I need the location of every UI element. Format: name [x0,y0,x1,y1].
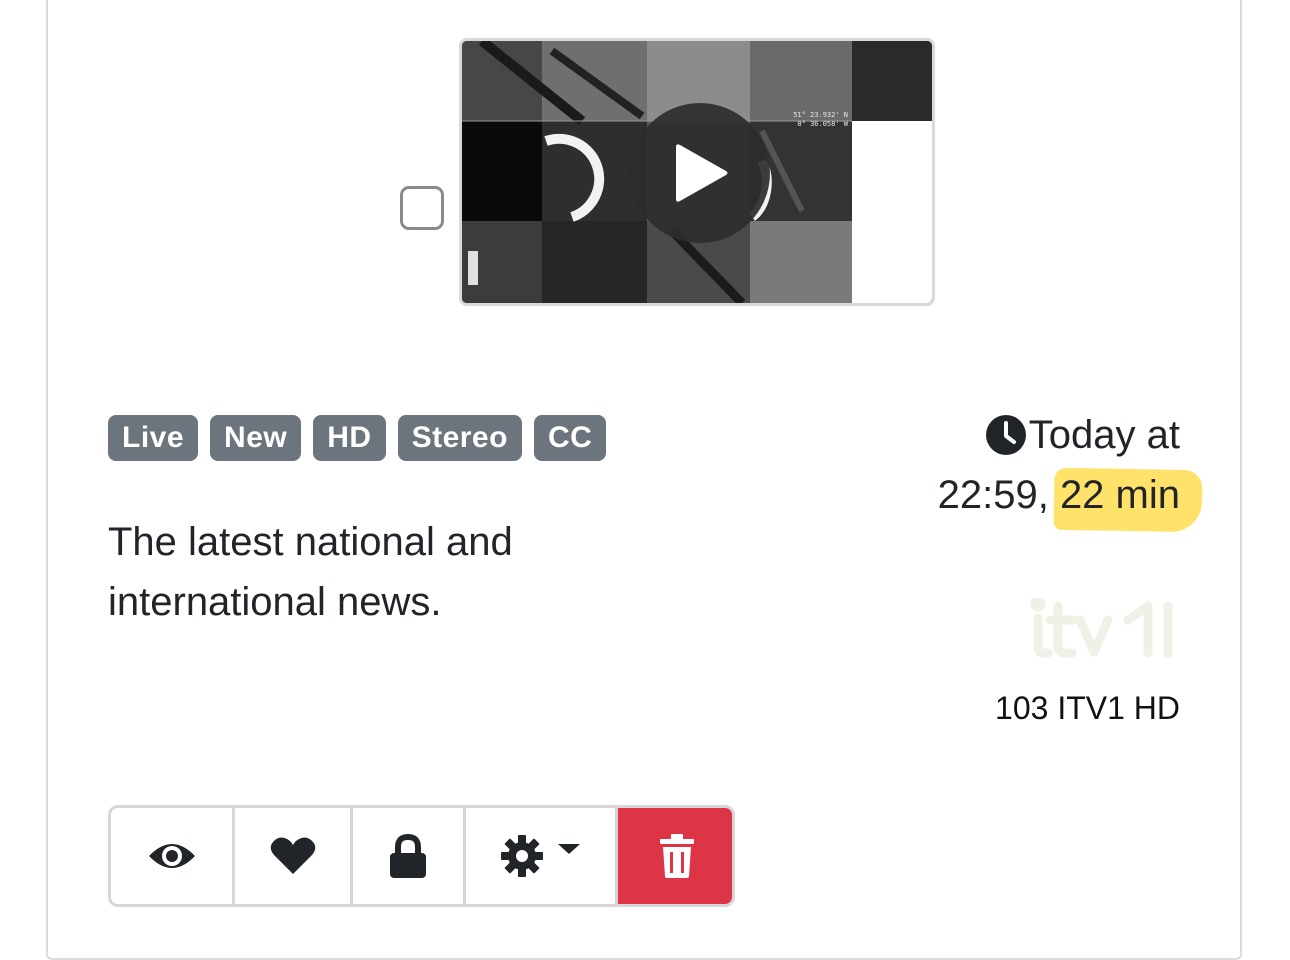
badge-stereo: Stereo [397,415,522,461]
video-thumbnail[interactable]: 51° 23.932' N 0° 36.058' W [459,38,935,306]
play-icon [676,144,728,202]
badge-hd: HD [313,415,386,461]
latitude-text: 51° 23.932' N [793,111,848,119]
heart-icon [270,837,315,874]
settings-dropdown-button[interactable] [466,808,618,904]
favourite-button[interactable] [235,808,353,904]
time-clock: 22:59, [937,473,1049,517]
trash-icon [659,834,694,878]
itv1-logo [1030,598,1173,658]
programme-description: The latest national and international ne… [108,520,513,624]
badge-list: Live New HD Stereo CC [108,415,607,461]
time-prefix: Today at [1028,413,1180,457]
channel-name: 103 ITV1 HD [995,690,1180,726]
action-toolbar [108,805,735,907]
play-button[interactable] [630,103,770,243]
thumbnail-coordinates: 51° 23.932' N 0° 36.058' W [793,111,848,129]
protect-button[interactable] [353,808,466,904]
badge-live: Live [108,415,199,461]
delete-button[interactable] [618,808,732,904]
clock-icon [985,415,1026,455]
watch-button[interactable] [111,808,235,904]
badge-cc: CC [533,415,607,461]
badge-new: New [210,415,302,461]
broadcast-time: Today at 22:59, 22 min [938,405,1180,525]
gear-icon [500,835,543,877]
lock-icon [390,834,426,878]
eye-icon [148,844,195,868]
select-checkbox[interactable] [400,186,444,230]
duration-text: 22 min [1059,473,1180,517]
caret-down-icon [557,844,580,854]
longitude-text: 0° 36.058' W [797,120,848,128]
